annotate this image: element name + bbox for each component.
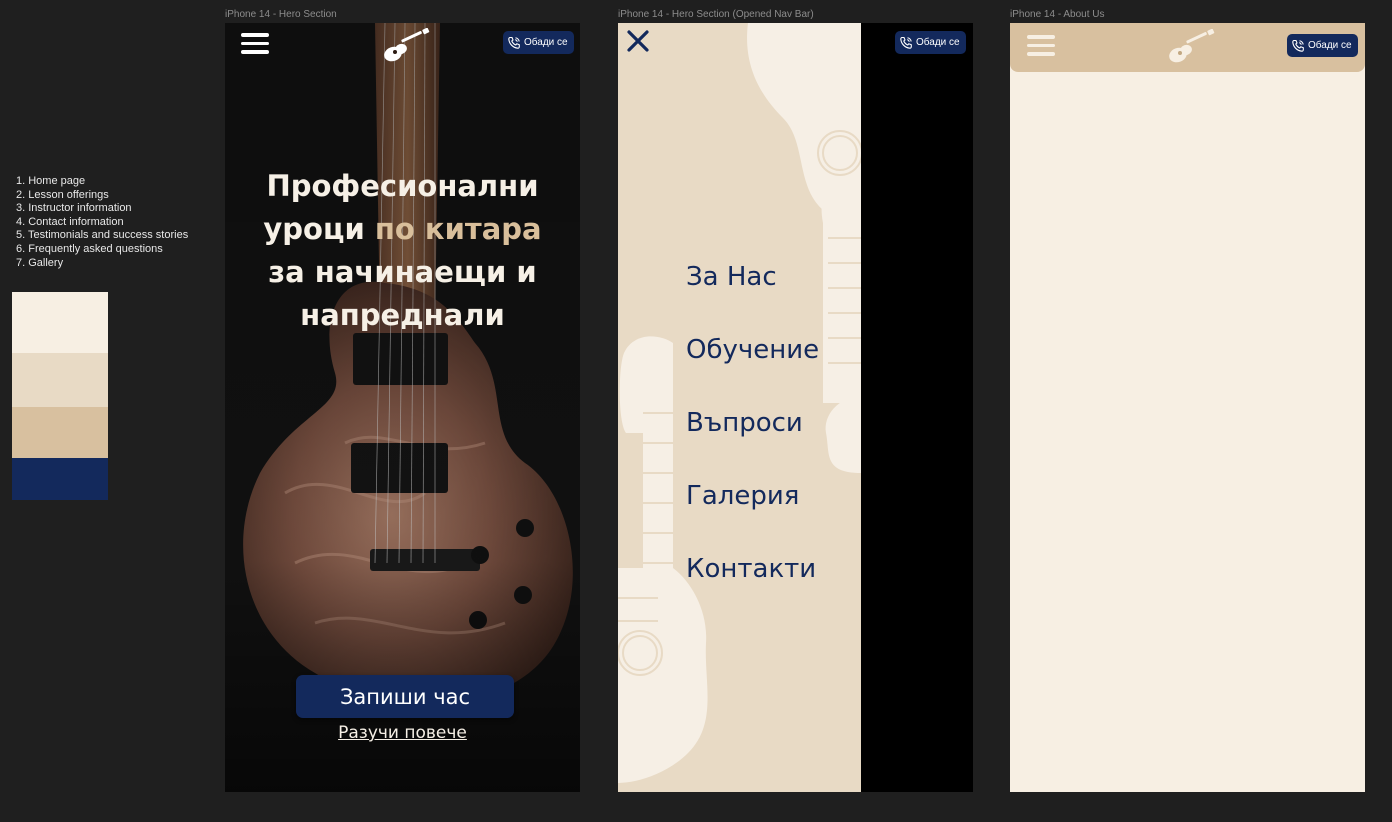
color-palette — [12, 292, 108, 500]
call-button[interactable]: Обади се — [1287, 34, 1358, 57]
hero-frame: Обади се Професионални уроци по китара з… — [225, 23, 580, 792]
sitemap-item: 2. Lesson offerings — [16, 188, 109, 201]
hero-title: Професионални уроци по китара за начинае… — [225, 165, 580, 337]
call-button[interactable]: Обади се — [503, 31, 574, 54]
sitemap-item: 3. Instructor information — [16, 202, 132, 215]
nav-item-gallery[interactable]: Галерия — [686, 460, 819, 533]
nav-menu: За Нас Обучение Въпроси Галерия Контакти — [686, 241, 819, 606]
nav-item-lessons[interactable]: Обучение — [686, 314, 819, 387]
sitemap-item: 6. Frequently asked questions — [16, 242, 163, 255]
swatch-tan — [12, 407, 108, 458]
swatch-cream — [12, 292, 108, 353]
hero-title-accent: по китара — [364, 212, 542, 246]
close-icon[interactable] — [626, 29, 650, 53]
hero-title-line3: за начинаещи и — [268, 255, 537, 289]
call-button-label: Обади се — [916, 37, 960, 48]
phone-icon — [900, 36, 912, 49]
phone-icon — [508, 36, 520, 49]
sitemap-item: 1. Home page — [16, 175, 86, 187]
call-button-label: Обади се — [1308, 40, 1352, 51]
about-header: Обади се — [1010, 23, 1365, 72]
frame-label-hero: iPhone 14 - Hero Section — [225, 9, 337, 20]
phone-icon — [1292, 39, 1304, 52]
sitemap-item: 4. Contact information — [16, 215, 124, 228]
hamburger-icon[interactable] — [1027, 35, 1055, 57]
swatch-navy — [12, 458, 108, 500]
hero-title-line4: напреднали — [300, 298, 505, 332]
sitemap-item: 7. Gallery — [16, 256, 64, 269]
call-button[interactable]: Обади се — [895, 31, 966, 54]
guitar-logo-icon[interactable] — [379, 28, 431, 66]
nav-drawer: За Нас Обучение Въпроси Галерия Контакти — [618, 23, 861, 792]
swatch-sand — [12, 353, 108, 407]
sitemap-item: 5. Testimonials and success stories — [16, 229, 189, 242]
frame-label-nav: iPhone 14 - Hero Section (Opened Nav Bar… — [618, 9, 814, 20]
learn-more-link[interactable]: Разучи повече — [225, 723, 580, 743]
about-frame: Обади се — [1010, 23, 1365, 792]
book-lesson-button[interactable]: Запиши час — [296, 675, 514, 718]
nav-frame: За Нас Обучение Въпроси Галерия Контакти… — [618, 23, 973, 792]
hero-title-line2a: уроци — [263, 212, 365, 246]
hero-title-line1: Професионални — [266, 169, 539, 203]
guitar-logo-icon[interactable] — [1164, 29, 1216, 67]
nav-item-about[interactable]: За Нас — [686, 241, 819, 314]
frame-label-about: iPhone 14 - About Us — [1010, 9, 1105, 20]
sitemap-list: 1. Home page 2. Lesson offerings 3. Inst… — [16, 175, 188, 270]
nav-item-contacts[interactable]: Контакти — [686, 533, 819, 606]
call-button-label: Обади се — [524, 37, 568, 48]
nav-item-faq[interactable]: Въпроси — [686, 387, 819, 460]
hamburger-icon[interactable] — [241, 33, 269, 55]
